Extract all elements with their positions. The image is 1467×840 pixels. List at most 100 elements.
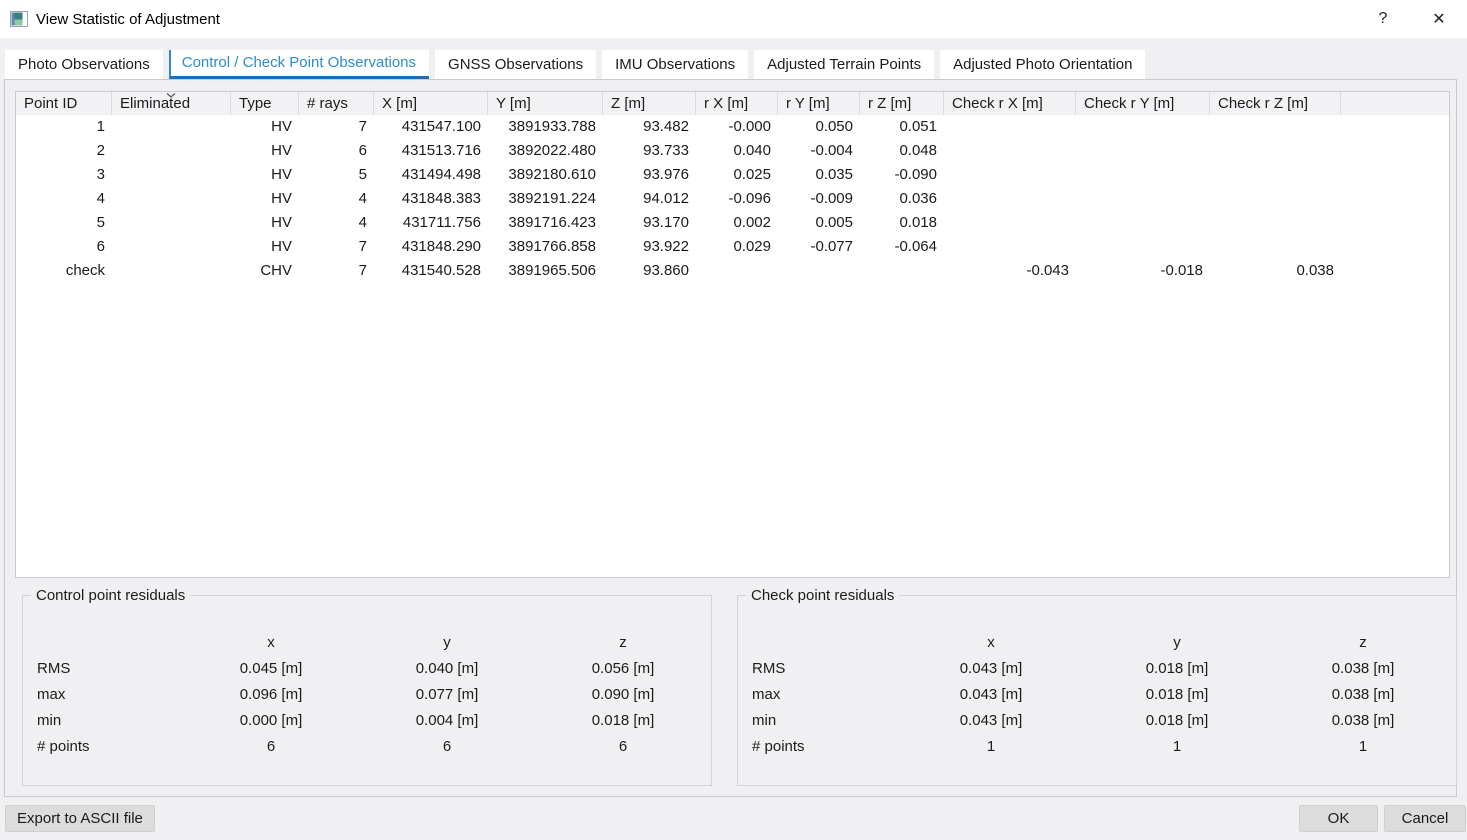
residual-axis-header: y xyxy=(1084,630,1270,656)
table-cell: 0.035 xyxy=(778,163,860,187)
export-to-ascii-button[interactable]: Export to ASCII file xyxy=(5,805,155,832)
table-cell: HV xyxy=(231,139,299,163)
table-cell: 431848.290 xyxy=(374,235,488,259)
table-cell xyxy=(112,139,231,163)
table-cell: 431540.528 xyxy=(374,259,488,283)
residual-value: 1 xyxy=(1084,734,1270,760)
close-button[interactable]: ✕ xyxy=(1411,0,1467,38)
residual-row-label: max xyxy=(23,682,183,708)
check-point-residuals-group: Check point residuals xyzRMS0.043 [m]0.0… xyxy=(737,587,1457,786)
residual-value: 0.043 [m] xyxy=(898,708,1084,734)
column-header-point-id[interactable]: Point ID xyxy=(16,92,112,115)
table-cell: 5 xyxy=(16,211,112,235)
column-header-z-m-[interactable]: Z [m] xyxy=(603,92,696,115)
table-cell xyxy=(112,235,231,259)
column-header-type[interactable]: Type xyxy=(231,92,299,115)
table-cell: 7 xyxy=(299,235,374,259)
table-cell: 0.005 xyxy=(778,211,860,235)
title-bar: View Statistic of Adjustment ? ✕ xyxy=(0,0,1467,38)
column-header-filler[interactable] xyxy=(1341,92,1449,115)
tab-imu-observations[interactable]: IMU Observations xyxy=(602,50,748,79)
table-cell xyxy=(696,259,778,283)
table-cell: -0.064 xyxy=(860,235,944,259)
table-cell: -0.077 xyxy=(778,235,860,259)
residual-value: 1 xyxy=(1270,734,1456,760)
column-header-check-r-z-m-[interactable]: Check r Z [m] xyxy=(1210,92,1341,115)
residual-axis-header: y xyxy=(359,630,535,656)
table-cell: 4 xyxy=(16,187,112,211)
table-cell: -0.096 xyxy=(696,187,778,211)
table-cell: HV xyxy=(231,235,299,259)
residual-value: 0.000 [m] xyxy=(183,708,359,734)
column-header-r-z-m-[interactable]: r Z [m] xyxy=(860,92,944,115)
cancel-button[interactable]: Cancel xyxy=(1384,805,1466,832)
column-header-r-y-m-[interactable]: r Y [m] xyxy=(778,92,860,115)
tab-control-check-point-observations[interactable]: Control / Check Point Observations xyxy=(169,50,429,79)
residual-value: 0.038 [m] xyxy=(1270,682,1456,708)
table-cell: HV xyxy=(231,115,299,139)
tab-gnss-observations[interactable]: GNSS Observations xyxy=(435,50,596,79)
table-cell: 2 xyxy=(16,139,112,163)
column-header-label: r X [m] xyxy=(704,95,748,112)
table-cell: 0.025 xyxy=(696,163,778,187)
control-point-residuals-grid: xyzRMS0.045 [m]0.040 [m]0.056 [m]max0.09… xyxy=(23,604,711,760)
table-cell xyxy=(112,211,231,235)
table-cell: 5 xyxy=(299,163,374,187)
residual-row-label: # points xyxy=(23,734,183,760)
table-cell: 93.860 xyxy=(603,259,696,283)
table-cell: 4 xyxy=(299,211,374,235)
residual-axis-header: x xyxy=(898,630,1084,656)
residual-row-label: # points xyxy=(738,734,898,760)
table-cell: 431848.383 xyxy=(374,187,488,211)
column-header-r-x-m-[interactable]: r X [m] xyxy=(696,92,778,115)
column-header-eliminated[interactable]: Eliminated xyxy=(112,92,231,115)
table-cell xyxy=(944,139,1076,163)
table-cell xyxy=(860,259,944,283)
tab-adjusted-terrain-points[interactable]: Adjusted Terrain Points xyxy=(754,50,934,79)
residual-axis-header: x xyxy=(183,630,359,656)
table-cell: 93.170 xyxy=(603,211,696,235)
table-cell: -0.009 xyxy=(778,187,860,211)
table-cell: 0.050 xyxy=(778,115,860,139)
column-header--rays[interactable]: # rays xyxy=(299,92,374,115)
table-cell: 431513.716 xyxy=(374,139,488,163)
table-cell xyxy=(112,163,231,187)
column-header-label: Check r Z [m] xyxy=(1218,95,1308,112)
residual-value: 0.096 [m] xyxy=(183,682,359,708)
table-cell: 3892191.224 xyxy=(488,187,603,211)
table-cell: 0.018 xyxy=(860,211,944,235)
column-header-check-r-y-m-[interactable]: Check r Y [m] xyxy=(1076,92,1210,115)
table-cell: 0.051 xyxy=(860,115,944,139)
table-row[interactable]: 1HV7431547.1003891933.78893.482-0.0000.0… xyxy=(16,115,1449,139)
residual-corner xyxy=(23,630,183,656)
residual-value: 0.043 [m] xyxy=(898,682,1084,708)
table-row[interactable]: checkCHV7431540.5283891965.50693.860-0.0… xyxy=(16,259,1449,283)
residual-row-label: min xyxy=(738,708,898,734)
column-header-x-m-[interactable]: X [m] xyxy=(374,92,488,115)
residual-row-label: RMS xyxy=(23,656,183,682)
residual-value: 0.077 [m] xyxy=(359,682,535,708)
table-row[interactable]: 6HV7431848.2903891766.85893.9220.029-0.0… xyxy=(16,235,1449,259)
table-row[interactable]: 4HV4431848.3833892191.22494.012-0.096-0.… xyxy=(16,187,1449,211)
table-cell xyxy=(1076,211,1210,235)
column-header-y-m-[interactable]: Y [m] xyxy=(488,92,603,115)
help-button[interactable]: ? xyxy=(1355,0,1411,38)
table-row[interactable]: 5HV4431711.7563891716.42393.1700.0020.00… xyxy=(16,211,1449,235)
table-row[interactable]: 3HV5431494.4983892180.61093.9760.0250.03… xyxy=(16,163,1449,187)
table-cell: -0.043 xyxy=(944,259,1076,283)
table-cell xyxy=(1210,139,1341,163)
table-cell xyxy=(1076,115,1210,139)
table-row[interactable]: 2HV6431513.7163892022.48093.7330.040-0.0… xyxy=(16,139,1449,163)
table-cell: 7 xyxy=(299,115,374,139)
table-cell: HV xyxy=(231,163,299,187)
app-icon xyxy=(10,11,28,27)
check-point-residuals-grid: xyzRMS0.043 [m]0.018 [m]0.038 [m]max0.04… xyxy=(738,604,1456,760)
column-header-check-r-x-m-[interactable]: Check r X [m] xyxy=(944,92,1076,115)
check-point-residuals-title: Check point residuals xyxy=(746,587,899,604)
column-header-label: Y [m] xyxy=(496,95,531,112)
ok-button[interactable]: OK xyxy=(1299,805,1378,832)
tab-photo-observations[interactable]: Photo Observations xyxy=(5,50,163,79)
table-cell: 0.040 xyxy=(696,139,778,163)
tab-adjusted-photo-orientation[interactable]: Adjusted Photo Orientation xyxy=(940,50,1145,79)
residual-value: 0.090 [m] xyxy=(535,682,711,708)
